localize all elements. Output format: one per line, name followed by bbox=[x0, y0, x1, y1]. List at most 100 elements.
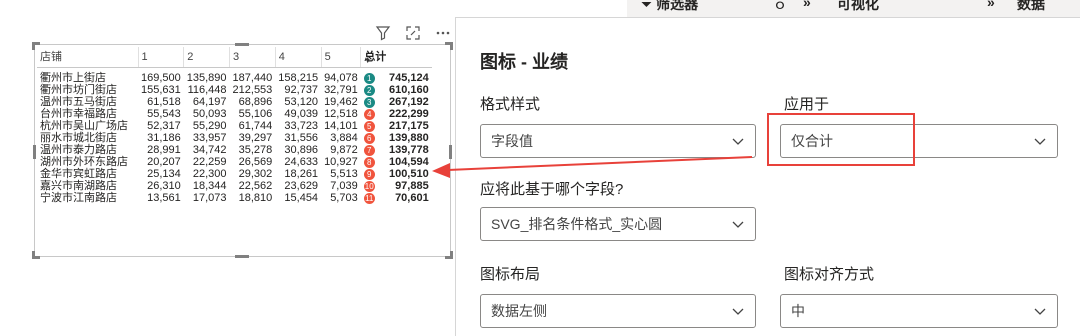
rank-circle-icon: 3 bbox=[363, 96, 375, 108]
value-cell-2: 34,742 bbox=[192, 144, 227, 156]
resize-handle-top-right-v[interactable] bbox=[450, 42, 453, 50]
value-cell-3: 212,553 bbox=[232, 84, 273, 96]
visualizations-tab[interactable]: 可视化 bbox=[837, 0, 879, 14]
total-value: 100,510 bbox=[388, 168, 429, 180]
value-cell-3: 35,278 bbox=[238, 144, 273, 156]
data-tab[interactable]: 数据 bbox=[1017, 0, 1045, 14]
table-row[interactable]: 嘉兴市南湖路店 26,310 18,344 22,562 23,629 7,039 10 97… bbox=[37, 180, 432, 192]
column-header-5[interactable]: 5 bbox=[321, 47, 362, 68]
table-row[interactable]: 宁波市江南路店 13,561 17,073 18,810 15,454 5,703 11 70… bbox=[37, 192, 432, 204]
resize-handle-bottom[interactable] bbox=[235, 255, 249, 258]
total-cell: 10 97,885 bbox=[361, 180, 432, 192]
value-cell-4: 18,261 bbox=[284, 168, 319, 180]
format-style-value: 字段值 bbox=[491, 133, 533, 149]
more-options-icon[interactable] bbox=[434, 24, 452, 42]
table-row[interactable]: 温州市泰力路店 28,991 34,742 35,278 30,896 9,872 7 139… bbox=[37, 144, 432, 156]
focus-mode-icon[interactable] bbox=[404, 24, 422, 42]
resize-handle-top[interactable] bbox=[235, 43, 249, 46]
filter-collapse-button[interactable]: » bbox=[803, 0, 811, 10]
total-value: 139,778 bbox=[388, 144, 429, 156]
store-cell: 丽水市城北街店 bbox=[40, 132, 117, 144]
apply-to-dropdown[interactable]: 仅合计 bbox=[780, 124, 1058, 158]
resize-handle-bottom-right-v[interactable] bbox=[450, 251, 453, 259]
resize-handle-bottom-left-v[interactable] bbox=[32, 251, 35, 259]
value-cell-1: 26,310 bbox=[147, 180, 181, 192]
rank-circle-icon: 11 bbox=[363, 192, 375, 204]
table-row[interactable]: 丽水市城北街店 31,186 33,957 39,297 31,556 3,884 6 139… bbox=[37, 132, 432, 144]
icon-layout-dropdown[interactable]: 数据左侧 bbox=[480, 294, 756, 328]
base-field-dropdown[interactable]: SVG_排名条件格式_实心圆 bbox=[480, 207, 756, 241]
table-row[interactable]: 杭州市吴山广场店 52,317 55,290 61,744 33,723 14,101 5 2… bbox=[37, 120, 432, 132]
sort-descending-icon: ▼ bbox=[364, 58, 372, 65]
base-field-label: 应将此基于哪个字段? bbox=[480, 181, 624, 198]
store-cell: 宁波市江南路店 bbox=[40, 192, 117, 204]
filter-collapse-icon[interactable]: ｏ bbox=[773, 0, 787, 14]
format-pane: 图标 - 业绩 格式样式 字段值 应用于 仅合计 应将此基于哪个字段? SVG_… bbox=[455, 17, 1080, 336]
table-row[interactable]: 湖州市外环东路店 20,207 22,259 26,569 24,633 10,927 8 1… bbox=[37, 156, 432, 168]
chevron-down-icon bbox=[1034, 308, 1046, 315]
total-cell: 8 104,594 bbox=[361, 156, 432, 168]
column-header-1[interactable]: 1 bbox=[138, 47, 185, 68]
column-header-total[interactable]: 总计 ▼ bbox=[360, 47, 432, 68]
total-value: 139,880 bbox=[388, 132, 429, 144]
table-row[interactable]: 金华市宾虹路店 25,134 22,300 29,302 18,261 5,513 9 100… bbox=[37, 168, 432, 180]
value-cell-2: 135,890 bbox=[186, 72, 227, 84]
value-cell-2: 33,957 bbox=[192, 132, 227, 144]
pane-title: 图标 - 业绩 bbox=[480, 52, 568, 72]
total-value: 217,175 bbox=[388, 120, 429, 132]
total-value: 610,160 bbox=[388, 84, 429, 96]
filter-tab[interactable]: ⏷ 筛选器 bbox=[641, 0, 698, 14]
format-style-dropdown[interactable]: 字段值 bbox=[480, 124, 756, 158]
value-cell-4: 33,723 bbox=[284, 120, 319, 132]
total-value: 70,601 bbox=[395, 192, 429, 204]
resize-handle-right[interactable] bbox=[449, 145, 452, 159]
rank-circle-icon: 10 bbox=[363, 180, 375, 192]
chevron-down-icon bbox=[732, 308, 744, 315]
resize-handle-left[interactable] bbox=[33, 145, 36, 159]
apply-to-label: 应用于 bbox=[784, 96, 830, 113]
value-cell-5: 10,927 bbox=[324, 156, 358, 168]
column-header-4[interactable]: 4 bbox=[275, 47, 322, 68]
total-value: 222,299 bbox=[388, 108, 429, 120]
column-header-store[interactable]: 店铺 bbox=[37, 47, 139, 68]
store-cell: 衢州市上街店 bbox=[40, 72, 106, 84]
column-header-2[interactable]: 2 bbox=[183, 47, 231, 68]
total-cell: 3 267,192 bbox=[361, 96, 432, 108]
table-row[interactable]: 衢州市上街店 169,500 135,890 187,440 158,215 94,078… bbox=[37, 68, 432, 84]
table-row[interactable]: 衢州市坊门街店 155,631 116,448 212,553 92,737 32,791… bbox=[37, 84, 432, 96]
value-cell-5: 9,872 bbox=[330, 144, 358, 156]
table-visual[interactable]: 店铺 1 2 3 4 5 总计 ▼ 衢州市上街店 169,500 135,890 18… bbox=[32, 42, 453, 259]
total-cell: 7 139,778 bbox=[361, 144, 432, 156]
value-cell-4: 92,737 bbox=[284, 84, 319, 96]
value-cell-3: 29,302 bbox=[238, 168, 273, 180]
value-cell-5: 32,791 bbox=[324, 84, 358, 96]
value-cell-4: 30,896 bbox=[284, 144, 319, 156]
value-cell-1: 13,561 bbox=[147, 192, 181, 204]
resize-handle-top-left-v[interactable] bbox=[32, 42, 35, 50]
filter-icon[interactable] bbox=[374, 24, 392, 42]
icon-align-dropdown[interactable]: 中 bbox=[780, 294, 1058, 328]
store-cell: 温州市泰力路店 bbox=[40, 144, 117, 156]
chevron-down-icon bbox=[732, 221, 744, 228]
icon-layout-label: 图标布局 bbox=[480, 266, 541, 283]
viz-collapse-button[interactable]: » bbox=[987, 0, 995, 10]
value-cell-5: 14,101 bbox=[324, 120, 358, 132]
table-row[interactable]: 台州市幸福路店 55,543 50,093 55,106 49,039 12,518 4 22… bbox=[37, 108, 432, 120]
value-cell-1: 25,134 bbox=[147, 168, 181, 180]
total-value: 745,124 bbox=[388, 72, 429, 84]
value-cell-5: 94,078 bbox=[324, 72, 358, 84]
table-row[interactable]: 温州市五马街店 61,518 64,197 68,896 53,120 19,462 3 26… bbox=[37, 96, 432, 108]
rank-circle-icon: 7 bbox=[363, 144, 375, 156]
value-cell-2: 22,300 bbox=[192, 168, 227, 180]
store-cell: 杭州市吴山广场店 bbox=[40, 120, 128, 132]
value-cell-1: 20,207 bbox=[147, 156, 181, 168]
value-cell-2: 22,259 bbox=[192, 156, 227, 168]
column-header-3[interactable]: 3 bbox=[229, 47, 276, 68]
rank-circle-icon: 6 bbox=[363, 132, 375, 144]
total-value: 104,594 bbox=[388, 156, 429, 168]
value-cell-5: 3,884 bbox=[330, 132, 358, 144]
value-cell-4: 23,629 bbox=[284, 180, 319, 192]
value-cell-5: 5,703 bbox=[330, 192, 358, 204]
value-cell-5: 12,518 bbox=[324, 108, 358, 120]
value-cell-1: 52,317 bbox=[147, 120, 181, 132]
